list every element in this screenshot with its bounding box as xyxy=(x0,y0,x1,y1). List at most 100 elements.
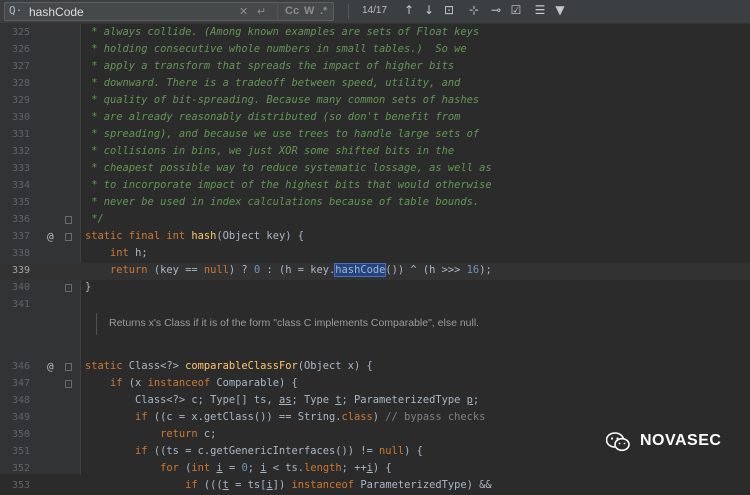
code-editor[interactable]: 325 * always collide. (Among known examp… xyxy=(0,24,750,491)
code-text: * cheapest possible way to reduce system… xyxy=(85,162,492,174)
code-token: * quality of bit-spreading. Because many… xyxy=(85,94,480,106)
code-token: // bypass checks xyxy=(385,411,486,423)
code-token: static xyxy=(85,360,123,372)
code-token: length xyxy=(304,462,342,474)
code-line[interactable]: 331 * spreading), and because we use tre… xyxy=(0,127,750,144)
code-line[interactable]: 337 @ static final int hash(Object key) { xyxy=(0,229,750,246)
code-line[interactable]: 353 if (((t = ts[i]) instanceof Paramete… xyxy=(0,478,750,495)
line-number: 353 xyxy=(11,480,30,491)
code-text: * holding consecutive whole numbers in s… xyxy=(85,43,466,55)
code-line[interactable]: 328 * downward. There is a tradeoff betw… xyxy=(0,76,750,93)
code-line[interactable]: 352 for (int i = 0; i < ts.length; ++i) … xyxy=(0,461,750,478)
implements-marker-icon[interactable]: @ xyxy=(47,360,54,373)
add-occurrence-icon[interactable]: ⊹ xyxy=(466,3,482,17)
line-number: 347 xyxy=(11,378,30,389)
code-line[interactable]: 326 * holding consecutive whole numbers … xyxy=(0,42,750,59)
fold-marker-icon[interactable] xyxy=(65,284,72,292)
search-input[interactable] xyxy=(29,4,229,19)
implements-marker-icon[interactable]: @ xyxy=(47,230,54,243)
search-field-separator xyxy=(277,4,278,19)
code-line[interactable]: 334 * to incorporate impact of the highe… xyxy=(0,178,750,195)
code-token: * are already reasonably distributed (so… xyxy=(85,111,461,123)
code-token: null xyxy=(379,445,405,457)
code-token: if xyxy=(135,445,148,457)
code-token: as xyxy=(278,394,292,406)
line-number: 352 xyxy=(11,463,30,474)
code-line[interactable]: 333 * cheapest possible way to reduce sy… xyxy=(0,161,750,178)
code-text: * downward. There is a tradeoff between … xyxy=(85,77,460,89)
code-text: * are already reasonably distributed (so… xyxy=(85,111,460,123)
arrow-down-icon[interactable]: ↓ xyxy=(421,3,437,17)
code-token: return xyxy=(160,428,198,440)
code-text: if ((ts = c.getGenericInterfaces()) != n… xyxy=(135,445,423,457)
code-token: i xyxy=(260,462,267,474)
code-line[interactable]: 340} xyxy=(0,280,750,297)
line-number: 336 xyxy=(11,214,30,225)
line-number: 333 xyxy=(11,163,30,174)
code-text: Class<?> c; Type[] ts, as; Type t; Param… xyxy=(85,394,480,406)
code-token: int xyxy=(191,462,211,474)
code-text: int h; xyxy=(110,247,148,259)
select-all-occurrences-icon[interactable]: ⊡ xyxy=(441,3,457,17)
code-token: instanceof xyxy=(291,479,355,491)
new-line-icon[interactable]: ↵ xyxy=(257,5,266,18)
code-token: instanceof xyxy=(147,377,211,389)
code-line[interactable]: 329 * quality of bit-spreading. Because … xyxy=(0,93,750,110)
code-text: for (int i = 0; i < ts.length; ++i) { xyxy=(160,462,392,474)
code-line[interactable]: 339 return (key == null) ? 0 : (h = key.… xyxy=(0,263,750,280)
filter-icon[interactable]: ▼ xyxy=(552,3,568,17)
code-token: 0 xyxy=(253,264,261,276)
code-text: return c; xyxy=(160,428,217,440)
wechat-logo-icon xyxy=(606,432,630,452)
toolbar-separator xyxy=(348,4,349,19)
code-line[interactable]: 325 * always collide. (Among known examp… xyxy=(0,25,750,42)
show-filter-popup-icon[interactable]: ☰ xyxy=(532,3,548,17)
code-text: * to incorporate impact of the highest b… xyxy=(85,179,491,191)
search-match-highlight: hashCode xyxy=(334,263,387,277)
code-line[interactable]: 350 return c; xyxy=(0,427,750,444)
remove-occurrence-icon[interactable]: ⊸ xyxy=(488,3,504,17)
code-token: comparableClassFor xyxy=(185,360,298,372)
clear-search-icon[interactable]: ✕ xyxy=(239,5,248,18)
code-line[interactable]: 330 * are already reasonably distributed… xyxy=(0,110,750,127)
code-text: * never be used in index calculations be… xyxy=(85,196,479,208)
line-number: 332 xyxy=(11,146,30,157)
code-line[interactable]: 335 * never be used in index calculation… xyxy=(0,195,750,212)
fold-marker-icon[interactable] xyxy=(65,363,72,371)
code-line[interactable]: 336 */ xyxy=(0,212,750,229)
code-line[interactable]: 332 * collisions in bins, we just XOR so… xyxy=(0,144,750,161)
code-line[interactable]: 351 if ((ts = c.getGenericInterfaces()) … xyxy=(0,444,750,461)
code-line[interactable]: 349 if ((c = x.getClass()) == String.cla… xyxy=(0,410,750,427)
regex-toggle[interactable]: .* xyxy=(320,5,327,17)
fold-marker-icon[interactable] xyxy=(65,380,72,388)
code-token: int xyxy=(110,247,129,259)
code-line[interactable]: 338 int h; xyxy=(0,246,750,263)
code-text: if ((c = x.getClass()) == String.class) … xyxy=(135,411,486,423)
words-toggle[interactable]: W xyxy=(304,5,314,17)
code-line[interactable]: 327 * apply a transform that spreads the… xyxy=(0,59,750,76)
line-number: 335 xyxy=(11,197,30,208)
arrow-up-icon[interactable]: ↑ xyxy=(401,3,417,17)
code-text: static Class<?> comparableClassFor(Objec… xyxy=(85,360,373,372)
match-case-toggle[interactable]: Cc xyxy=(285,5,299,17)
code-token: * cheapest possible way to reduce system… xyxy=(85,162,492,174)
code-line[interactable]: 341 xyxy=(0,297,750,314)
code-line[interactable]: 346 @ static Class<?> comparableClassFor(O… xyxy=(0,359,750,376)
line-number: 338 xyxy=(11,248,30,259)
code-text: * quality of bit-spreading. Because many… xyxy=(85,94,479,106)
find-toolbar: Q· ✕ ↵ Cc W .* 14/17 ↑ ↓ ⊡ ⊹ ⊸ ☑ ☰ ▼ xyxy=(0,0,750,24)
code-token: if xyxy=(185,479,198,491)
line-number: 349 xyxy=(11,412,30,423)
code-line[interactable]: 348 Class<?> c; Type[] ts, as; Type t; P… xyxy=(0,393,750,410)
code-token: i xyxy=(366,462,373,474)
line-number: 329 xyxy=(11,95,30,106)
toggle-selection-icon[interactable]: ☑ xyxy=(508,3,524,17)
fold-marker-icon[interactable] xyxy=(65,233,72,241)
code-token: */ xyxy=(85,213,104,225)
fold-marker-icon[interactable] xyxy=(65,216,72,224)
code-text: * apply a transform that spreads the imp… xyxy=(85,60,454,72)
search-field[interactable]: Q· ✕ ↵ Cc W .* xyxy=(4,2,334,21)
line-number: 346 xyxy=(11,361,30,372)
code-line[interactable]: 347 if (x instanceof Comparable) { xyxy=(0,376,750,393)
search-icon[interactable]: Q· xyxy=(9,4,22,17)
